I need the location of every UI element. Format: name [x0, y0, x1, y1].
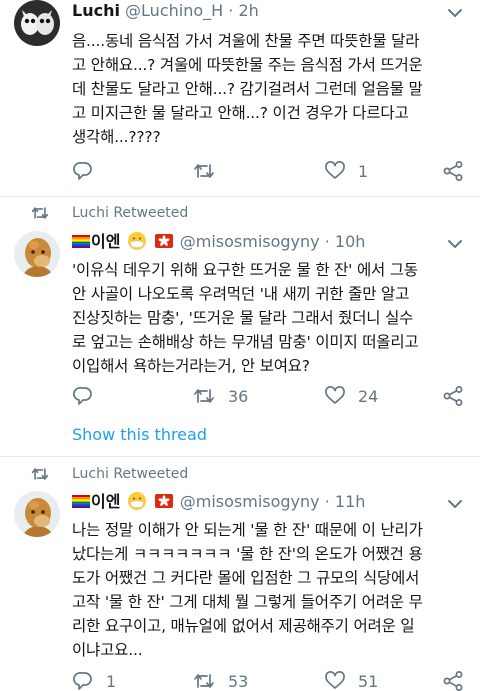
- chevron-down-icon[interactable]: [444, 233, 466, 255]
- like-count: 24: [358, 386, 379, 406]
- like-button[interactable]: 24: [324, 383, 378, 409]
- tweet-line: 음....동네 음식점 가서 겨울에 찬물 주면 따뜻한물 달라: [72, 32, 420, 50]
- timestamp[interactable]: 10h: [335, 232, 366, 251]
- user-handle[interactable]: @misosmisogyny: [180, 492, 320, 511]
- user-handle[interactable]: @misosmisogyny: [180, 232, 320, 251]
- tweet-header: 이엔 @misosmisogyny · 11h: [72, 491, 365, 513]
- tweet-line: 고작 '물 한 잔' 그게 대체 뭘 그렇게 들어주기 어려운 무: [72, 593, 423, 611]
- retweet-icon: [30, 465, 50, 487]
- retweet-icon: [192, 385, 216, 407]
- tweet-line: 이입해서 욕하는거라는거, 안 보여요?: [72, 357, 310, 375]
- tweet-text: 음....동네 음식점 가서 겨울에 찬물 주면 따뜻한물 달라 고 안해요..…: [72, 29, 470, 149]
- reply-icon: [72, 385, 94, 407]
- like-count: 1: [358, 161, 369, 181]
- display-name[interactable]: Luchi: [72, 1, 120, 20]
- chevron-down-icon[interactable]: [444, 2, 466, 24]
- avatar[interactable]: [14, 231, 60, 277]
- tweet-header: 이엔 @misosmisogyny · 10h: [72, 231, 365, 253]
- tweet-1[interactable]: Luchi @Luchino_H · 2h 음....동네 음식점 가서 겨울에…: [0, 0, 480, 196]
- share-button[interactable]: [442, 158, 464, 184]
- tweet-line: 데 찬물도 달라고 안해...? 감기걸려서 그런데 얼음물 말: [72, 80, 423, 98]
- avatar[interactable]: [14, 491, 60, 537]
- tweet-line: 생각해...????: [72, 128, 161, 146]
- tweet-actions: 1 53 51: [72, 668, 468, 691]
- tweet-line: 나는 정말 이해가 안 되는게 '물 한 잔' 때문에 이 난리가: [72, 521, 423, 539]
- reply-icon: [72, 160, 94, 182]
- retweet-button[interactable]: 36: [192, 383, 248, 409]
- tweet-line: 리한 요구이고, 매뉴얼에 없어서 제공해주기 어려운 일: [72, 617, 415, 635]
- tweet-line: 고 안해요...? 겨울에 따뜻한물 주는 음식점 가서 뜨거운: [72, 56, 423, 74]
- reply-button[interactable]: [72, 158, 106, 184]
- share-button[interactable]: [442, 668, 464, 691]
- tweet-line: 도가 어쨌건 그 커다란 몰에 입점한 그 규모의 식당에서: [72, 569, 420, 587]
- retweet-icon: [30, 204, 50, 226]
- hong-kong-flag-icon: [154, 491, 174, 511]
- retweet-count: 53: [228, 671, 249, 691]
- like-button[interactable]: 51: [324, 668, 378, 691]
- heart-icon: [324, 670, 346, 691]
- retweeted-by-label[interactable]: Luchi Retweeted: [72, 204, 188, 222]
- retweet-button[interactable]: 53: [192, 668, 248, 691]
- tweet-line: 고 미지근한 물 달라고 안해...? 이건 경우가 다르다고: [72, 104, 409, 122]
- tweet-actions: 36 24: [72, 383, 468, 409]
- reply-button[interactable]: [72, 383, 106, 409]
- share-icon: [442, 670, 464, 691]
- tweet-line: 진상짓하는 맘충', '뜨거운 물 달라 그래서 줬더니 실수: [72, 309, 414, 327]
- hong-kong-flag-icon: [154, 231, 174, 251]
- share-icon: [442, 160, 464, 182]
- chevron-down-icon[interactable]: [444, 493, 466, 515]
- dot-separator: ·: [324, 232, 330, 251]
- rainbow-flag-icon: [72, 232, 90, 248]
- show-this-thread-link[interactable]: Show this thread: [72, 424, 207, 446]
- dot-separator: ·: [228, 1, 234, 20]
- like-button[interactable]: 1: [324, 158, 368, 184]
- tweet-line: 안 사골이 나오도록 우려먹던 '내 새끼 귀한 줄만 알고: [72, 285, 410, 303]
- avatar[interactable]: [14, 0, 60, 46]
- retweeted-by-label[interactable]: Luchi Retweeted: [72, 465, 188, 483]
- heart-icon: [324, 160, 346, 182]
- tweet-line: 로 엎고는 손해배상 하는 무개념 맘충' 이미지 떠올리고: [72, 333, 419, 351]
- display-name[interactable]: 이엔: [91, 492, 120, 511]
- share-icon: [442, 385, 464, 407]
- like-count: 51: [358, 671, 379, 691]
- tweet-2[interactable]: Luchi Retweeted 이엔 @misosmisogyny · 10h …: [0, 197, 480, 455]
- share-button[interactable]: [442, 383, 464, 409]
- tweet-3[interactable]: Luchi Retweeted 이엔 @misosmisogyny · 11h …: [0, 457, 480, 691]
- heart-icon: [324, 385, 346, 407]
- mask-face-icon: [127, 231, 147, 251]
- retweet-button[interactable]: [192, 158, 228, 184]
- tweet-line: 났다는게 ㅋㅋㅋㅋㅋㅋㅋ '물 한 잔'의 온도가 어쨌건 용: [72, 545, 423, 563]
- mask-face-icon: [127, 491, 147, 511]
- dot-separator: ·: [324, 492, 330, 511]
- tweet-actions: 1: [72, 158, 468, 184]
- tweet-text: '이유식 데우기 위해 요구한 뜨거운 물 한 잔' 에서 그동 안 사골이 나…: [72, 258, 470, 378]
- timestamp[interactable]: 2h: [238, 1, 258, 20]
- tweet-header: Luchi @Luchino_H · 2h: [72, 0, 259, 22]
- display-name[interactable]: 이엔: [91, 232, 120, 251]
- tweet-line: 이냐고요...: [72, 641, 143, 659]
- user-handle[interactable]: @Luchino_H: [125, 1, 223, 20]
- retweet-icon: [192, 670, 216, 691]
- tweet-line: '이유식 데우기 위해 요구한 뜨거운 물 한 잔' 에서 그동: [72, 261, 418, 279]
- rainbow-flag-icon: [72, 492, 90, 508]
- retweet-count: 36: [228, 386, 249, 406]
- timestamp[interactable]: 11h: [335, 492, 366, 511]
- reply-count: 1: [106, 671, 117, 691]
- retweet-icon: [192, 160, 216, 182]
- reply-button[interactable]: 1: [72, 668, 116, 691]
- reply-icon: [72, 670, 94, 691]
- tweet-text: 나는 정말 이해가 안 되는게 '물 한 잔' 때문에 이 난리가 났다는게 ㅋ…: [72, 518, 470, 662]
